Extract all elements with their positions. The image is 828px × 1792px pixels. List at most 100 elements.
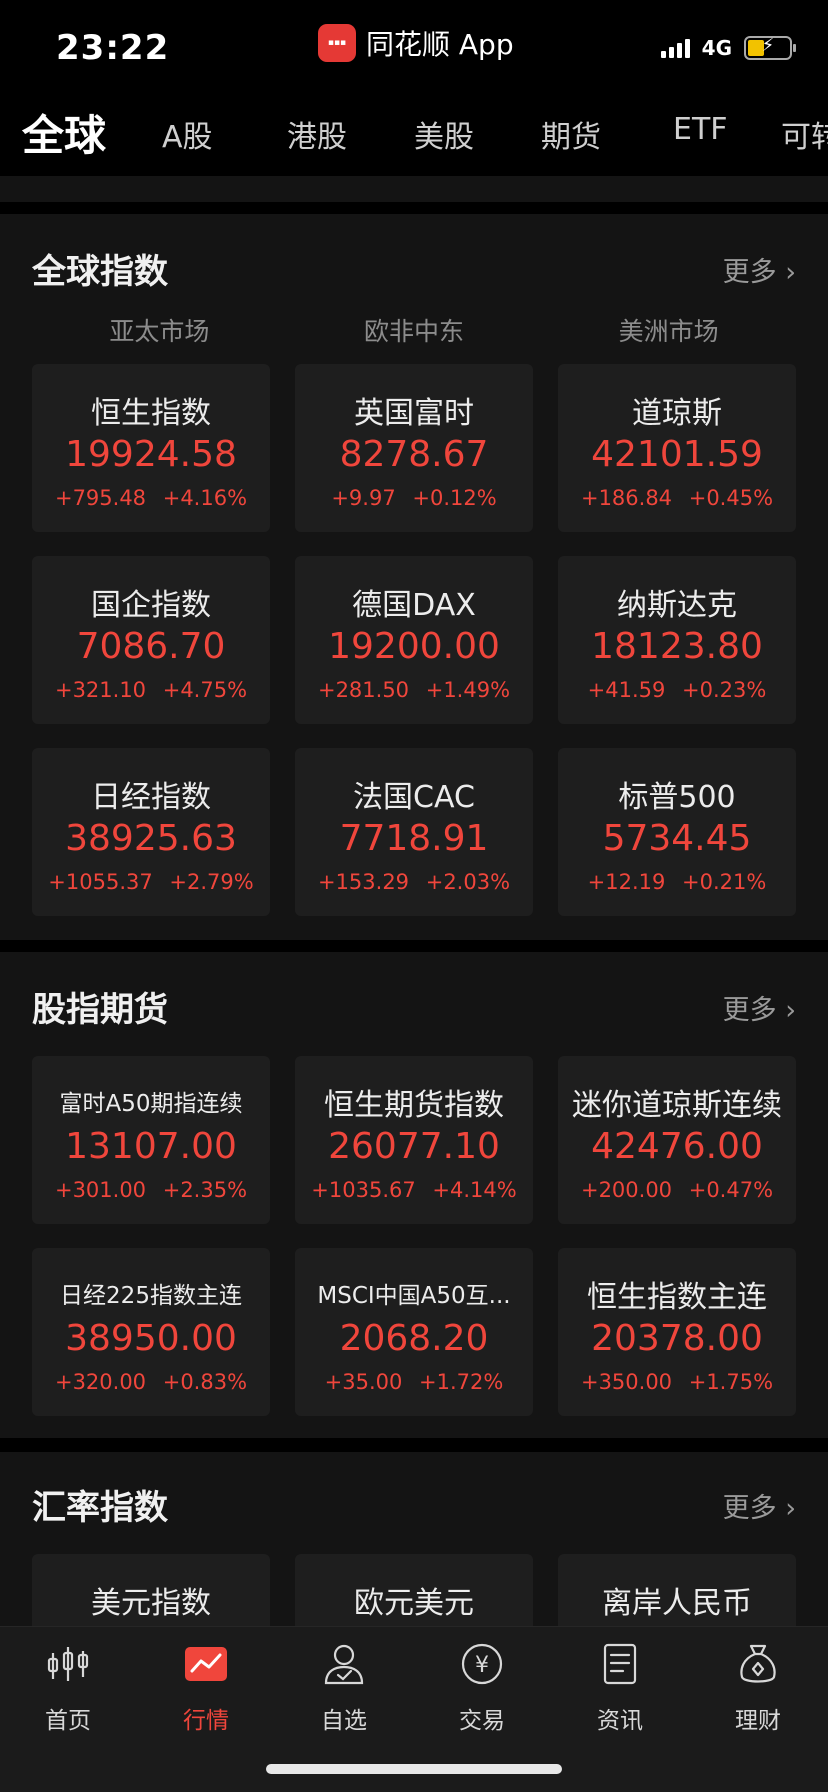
quote-card[interactable]: 国企指数 7086.70 +321.10 +4.75%	[32, 556, 270, 724]
quote-name: 英国富时	[354, 396, 474, 431]
quote-card[interactable]: 美元指数	[32, 1554, 270, 1634]
app-badge[interactable]: ▪▪▪ 同花顺 App	[318, 24, 514, 62]
nav-label: 自选	[321, 1708, 367, 1734]
nav-label: 资讯	[597, 1708, 643, 1734]
region-labels: 亚太市场 欧非中东 美洲市场	[32, 312, 796, 348]
quote-price: 8278.67	[339, 434, 489, 475]
network-type: 4G	[701, 36, 732, 60]
quote-price: 42476.00	[591, 1126, 763, 1167]
status-indicators: 4G ⚡	[660, 35, 796, 60]
nav-wealth[interactable]: 理财	[698, 1641, 818, 1735]
quote-card[interactable]: 日经225指数主连 38950.00 +320.00 +0.83%	[32, 1248, 270, 1416]
quote-change: +1035.67 +4.14%	[311, 1178, 517, 1202]
signal-icon	[660, 38, 690, 58]
nav-label: 交易	[459, 1708, 505, 1734]
quote-change: +200.00 +0.47%	[580, 1178, 774, 1202]
nav-watchlist[interactable]: 自选	[284, 1641, 404, 1735]
fx-indices-section: 汇率指数 更多 › 美元指数 欧元美元 离岸人民币	[0, 1452, 828, 1634]
quote-card[interactable]: 法国CAC 7718.91 +153.29 +2.03%	[295, 748, 533, 916]
candlestick-icon	[47, 1647, 89, 1681]
index-futures-section: 股指期货 更多 › 富时A50期指连续 13107.00 +301.00 +2.35…	[0, 952, 828, 1438]
nav-market[interactable]: 行情	[146, 1641, 266, 1735]
quote-price: 38950.00	[65, 1318, 237, 1359]
quote-name: 日经225指数主连	[60, 1283, 242, 1309]
region-asia-pacific[interactable]: 亚太市场	[32, 312, 287, 348]
tab-global[interactable]: 全球	[22, 102, 106, 163]
yen-circle-icon: ¥	[461, 1643, 503, 1685]
quote-change: +301.00 +2.35%	[54, 1178, 248, 1202]
quote-change: +41.59 +0.23%	[587, 678, 767, 702]
quote-price: 42101.59	[591, 434, 763, 475]
quote-card[interactable]: 德国DAX 19200.00 +281.50 +1.49%	[295, 556, 533, 724]
quote-name: 纳斯达克	[617, 588, 737, 623]
nav-label: 首页	[45, 1708, 91, 1734]
quote-name: 恒生指数主连	[587, 1280, 767, 1315]
nav-label: 理财	[735, 1708, 781, 1734]
market-tabs: 全球 A股 港股 美股 期货 ETF 可转	[0, 90, 828, 176]
tab-a-shares[interactable]: A股	[162, 112, 213, 156]
quote-name: 法国CAC	[353, 780, 475, 815]
quote-name: MSCI中国A50互...	[317, 1283, 511, 1309]
quote-card[interactable]: 欧元美元	[295, 1554, 533, 1634]
quote-card[interactable]: 恒生期货指数 26077.10 +1035.67 +4.14%	[295, 1056, 533, 1224]
more-link[interactable]: 更多 ›	[723, 1486, 796, 1525]
quote-name: 德国DAX	[352, 588, 476, 623]
region-emea[interactable]: 欧非中东	[287, 312, 542, 348]
svg-text:¥: ¥	[475, 1653, 489, 1678]
tab-etf[interactable]: ETF	[673, 112, 728, 147]
home-indicator[interactable]	[266, 1764, 562, 1774]
quote-price: 20378.00	[591, 1318, 763, 1359]
quote-change: +35.00 +1.72%	[324, 1370, 504, 1394]
section-divider	[0, 176, 828, 202]
quote-price: 5734.45	[602, 818, 752, 859]
app-logo-icon: ▪▪▪	[318, 24, 356, 62]
nav-label: 行情	[183, 1708, 229, 1734]
quote-price: 19200.00	[328, 626, 500, 667]
region-americas[interactable]: 美洲市场	[541, 312, 796, 348]
section-title: 全球指数	[32, 252, 168, 292]
quote-price: 13107.00	[65, 1126, 237, 1167]
quote-card[interactable]: 英国富时 8278.67 +9.97 +0.12%	[295, 364, 533, 532]
quote-card[interactable]: MSCI中国A50互... 2068.20 +35.00 +1.72%	[295, 1248, 533, 1416]
quote-card[interactable]: 富时A50期指连续 13107.00 +301.00 +2.35%	[32, 1056, 270, 1224]
document-icon	[603, 1643, 637, 1685]
quote-name: 日经指数	[91, 780, 211, 815]
quote-change: +12.19 +0.21%	[587, 870, 767, 894]
nav-trade[interactable]: ¥ 交易	[422, 1641, 542, 1735]
quote-card[interactable]: 离岸人民币	[558, 1554, 796, 1634]
more-link[interactable]: 更多 ›	[723, 988, 796, 1027]
nav-home[interactable]: 首页	[8, 1641, 128, 1735]
quote-name: 迷你道琼斯连续	[572, 1088, 782, 1123]
quote-card[interactable]: 纳斯达克 18123.80 +41.59 +0.23%	[558, 556, 796, 724]
market-chart-icon	[185, 1647, 227, 1681]
quote-change: +186.84 +0.45%	[580, 486, 774, 510]
quote-name: 恒生期货指数	[324, 1088, 504, 1123]
battery-icon: ⚡	[744, 35, 796, 60]
quote-change: +281.50 +1.49%	[317, 678, 511, 702]
quote-card[interactable]: 日经指数 38925.63 +1055.37 +2.79%	[32, 748, 270, 916]
tab-futures[interactable]: 期货	[541, 112, 601, 156]
quote-card[interactable]: 迷你道琼斯连续 42476.00 +200.00 +0.47%	[558, 1056, 796, 1224]
quote-price: 7086.70	[76, 626, 226, 667]
quote-name: 离岸人民币	[602, 1586, 752, 1621]
nav-news[interactable]: 资讯	[560, 1641, 680, 1735]
quote-card[interactable]: 标普500 5734.45 +12.19 +0.21%	[558, 748, 796, 916]
tab-us-stocks[interactable]: 美股	[414, 112, 474, 156]
quote-card[interactable]: 恒生指数 19924.58 +795.48 +4.16%	[32, 364, 270, 532]
quote-price: 19924.58	[65, 434, 237, 475]
tab-hk-stocks[interactable]: 港股	[287, 112, 347, 156]
quote-card[interactable]: 道琼斯 42101.59 +186.84 +0.45%	[558, 364, 796, 532]
quote-change: +321.10 +4.75%	[54, 678, 248, 702]
tab-convertible[interactable]: 可转	[781, 112, 828, 156]
user-check-icon	[324, 1644, 364, 1685]
quote-name: 欧元美元	[354, 1586, 474, 1621]
status-bar: 23:22 ▪▪▪ 同花顺 App 4G ⚡	[0, 0, 828, 90]
global-indices-section: 全球指数 更多 › 亚太市场 欧非中东 美洲市场 恒生指数 19924.58 +79…	[0, 214, 828, 940]
quote-name: 美元指数	[91, 1586, 211, 1621]
quote-price: 7718.91	[339, 818, 489, 859]
money-bag-icon	[740, 1644, 776, 1683]
quote-price: 26077.10	[328, 1126, 500, 1167]
status-time: 23:22	[56, 28, 170, 68]
more-link[interactable]: 更多 ›	[723, 250, 796, 289]
quote-card[interactable]: 恒生指数主连 20378.00 +350.00 +1.75%	[558, 1248, 796, 1416]
